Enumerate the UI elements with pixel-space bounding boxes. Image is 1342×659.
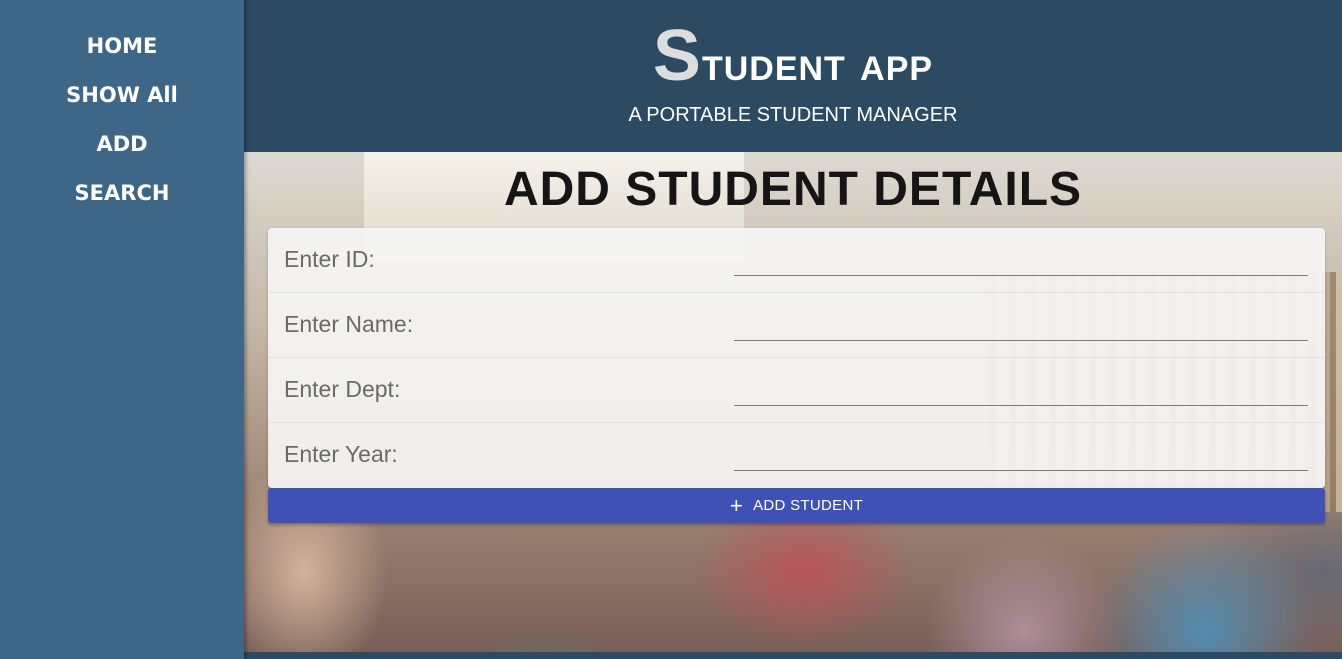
app-subtitle: A PORTABLE STUDENT MANAGER [628,104,958,126]
sidebar-item-show-all[interactable]: SHOW All [0,80,244,129]
add-student-button[interactable]: + ADD STUDENT [268,488,1325,523]
form-row-dept: Enter Dept: [268,358,1325,423]
id-input[interactable] [734,238,1308,276]
add-student-button-label: ADD STUDENT [753,497,864,514]
sidebar: HOME SHOW All ADD SEARCH [0,0,244,659]
app-title-rest: tudent app [701,38,934,91]
id-label: Enter ID: [284,246,375,272]
dept-input[interactable] [734,368,1308,406]
name-label: Enter Name: [284,311,414,337]
dept-label: Enter Dept: [284,376,401,402]
form-row-id: Enter ID: [268,228,1325,293]
app-title-initial: S [652,16,702,96]
name-input[interactable] [734,303,1308,341]
form-title: ADD STUDENT DETAILS [503,163,1083,216]
form-row-year: Enter Year: [268,423,1325,488]
app-title: Student app [244,16,1342,105]
form-row-name: Enter Name: [268,293,1325,358]
sidebar-nav: HOME SHOW All ADD SEARCH [0,0,244,227]
year-input[interactable] [734,433,1308,471]
app-root: HOME SHOW All ADD SEARCH Student app A P… [0,0,1342,659]
year-label: Enter Year: [284,441,398,467]
add-student-form: Enter ID: Enter Name: Enter Dept: Enter … [268,228,1325,488]
sidebar-item-search[interactable]: SEARCH [0,178,244,227]
app-header: Student app A PORTABLE STUDENT MANAGER [244,0,1342,152]
plus-icon: + [729,492,744,518]
sidebar-item-add[interactable]: ADD [0,129,244,178]
hero-section: ADD STUDENT DETAILS Enter ID: Enter Name… [244,152,1342,652]
sidebar-item-home[interactable]: HOME [0,31,244,80]
footer-strip [244,652,1342,659]
